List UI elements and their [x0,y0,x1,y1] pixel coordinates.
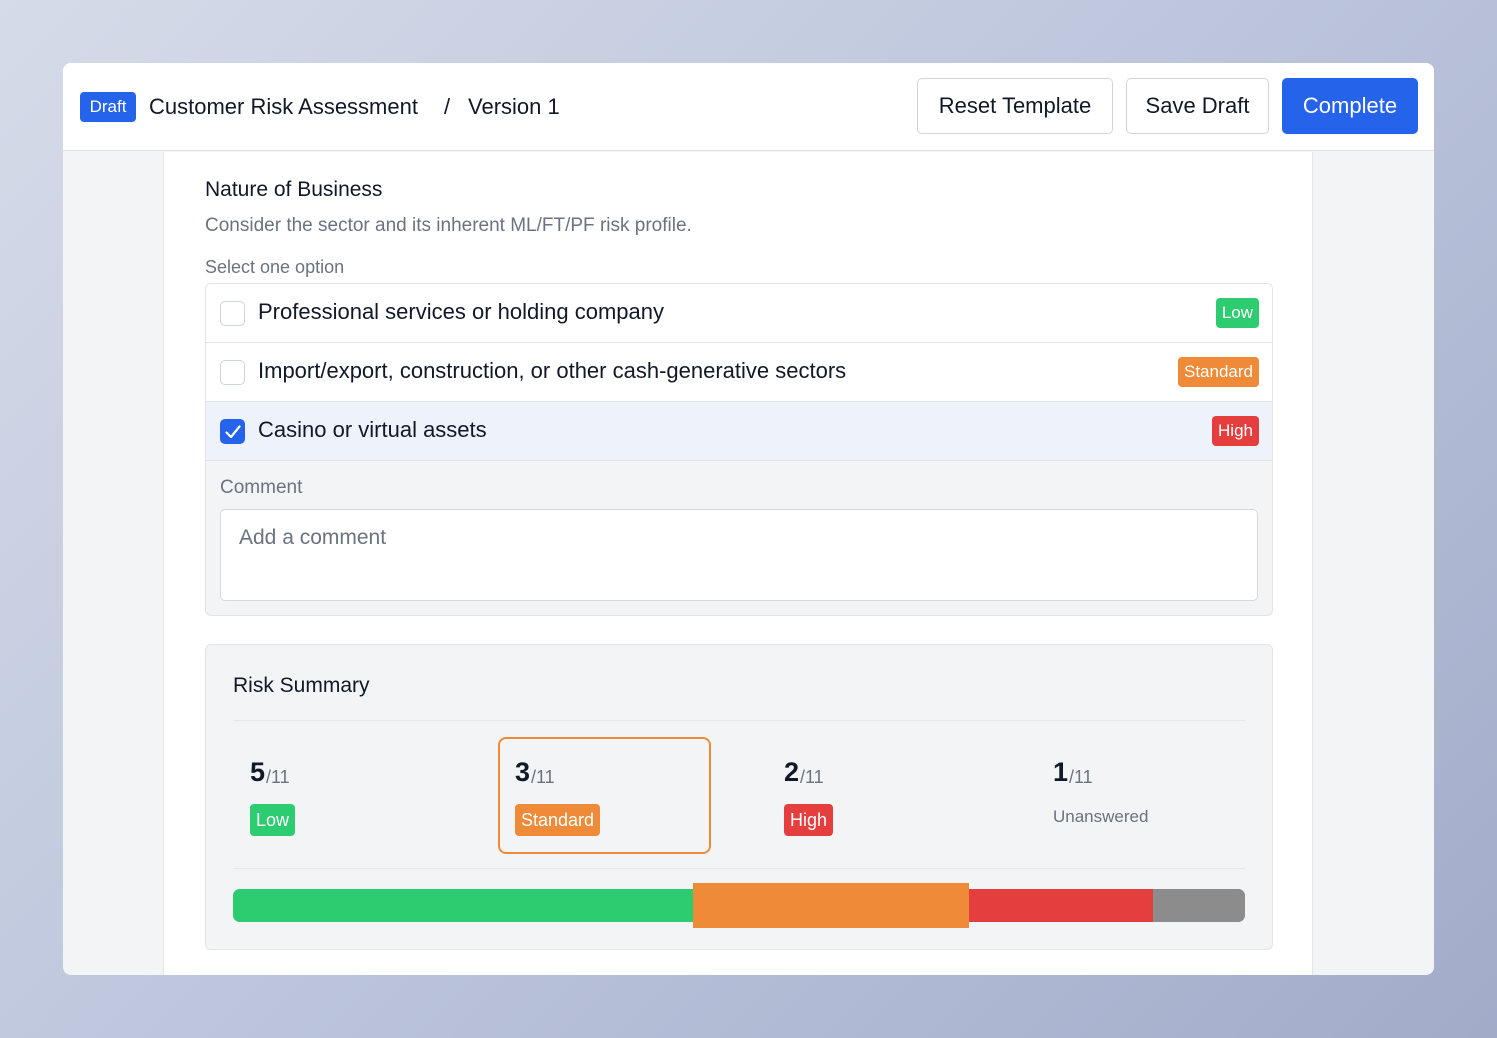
comment-input[interactable] [220,509,1258,601]
stat-total: /11 [800,767,824,787]
bar-segment-low[interactable] [233,889,693,922]
complete-button[interactable]: Complete [1282,78,1418,134]
risk-badge-low: Low [1215,298,1259,328]
question-title: Nature of Business [205,178,383,201]
option-checkbox[interactable] [220,301,245,326]
breadcrumb-title[interactable]: Customer Risk Assessment [149,93,418,121]
status-badge: Draft [80,92,136,122]
risk-summary-panel: Risk Summary 5 /11 Low 3 /11 Standard 2 … [205,644,1273,950]
comment-label: Comment [220,477,303,498]
bar-segment-unanswered[interactable] [1153,889,1245,922]
stat-total: /11 [266,767,290,787]
option-row-standard[interactable]: Import/export, construction, or other ca… [206,343,1272,402]
stat-card-standard[interactable]: 3 /11 Standard [498,737,711,854]
summary-title: Risk Summary [233,674,370,697]
option-checkbox-checked[interactable] [220,419,245,444]
bar-segment-high[interactable] [969,889,1153,922]
stat-badge-low: Low [250,804,296,836]
stat-card-high[interactable]: 2 /11 High [767,737,980,854]
stat-count: 1 [1053,757,1069,787]
question-description: Consider the sector and its inherent ML/… [205,215,692,236]
stat-badge-standard: Standard [515,804,601,836]
stat-total: /11 [1069,767,1093,787]
save-draft-button[interactable]: Save Draft [1126,78,1269,134]
stat-badge-high: High [784,804,834,836]
stat-card-unanswered[interactable]: 1 /11 Unanswered [1036,737,1249,854]
header-bar: Draft Customer Risk Assessment / Version… [63,63,1434,151]
reset-template-button[interactable]: Reset Template [917,78,1113,134]
option-label: Import/export, construction, or other ca… [258,358,847,383]
question-hint: Select one option [205,257,345,277]
option-group: Professional services or holding company… [205,283,1273,616]
option-checkbox[interactable] [220,360,245,385]
risk-distribution-bar [233,883,1245,928]
stat-total: /11 [531,767,555,787]
option-label: Professional services or holding company [258,299,664,324]
stat-count: 2 [784,757,800,787]
option-row-low[interactable]: Professional services or holding company… [206,284,1272,343]
assessment-window: Draft Customer Risk Assessment / Version… [63,63,1434,975]
stat-count: 5 [250,757,266,787]
bar-segment-standard[interactable] [693,883,969,928]
checkmark-icon [225,425,241,439]
option-row-high[interactable]: Casino or virtual assets High [206,402,1272,461]
breadcrumb-version: Version 1 [468,94,560,119]
divider [233,720,1245,721]
risk-badge-high: High [1212,416,1259,446]
stat-card-low[interactable]: 5 /11 Low [233,737,446,854]
divider [233,868,1245,869]
stat-label-unanswered: Unanswered [1053,807,1149,826]
option-label: Casino or virtual assets [258,417,487,442]
stat-count: 3 [515,757,531,787]
form-content: Nature of Business Consider the sector a… [163,152,1313,975]
breadcrumb-separator: / [444,94,451,119]
risk-badge-standard: Standard [1178,357,1259,387]
